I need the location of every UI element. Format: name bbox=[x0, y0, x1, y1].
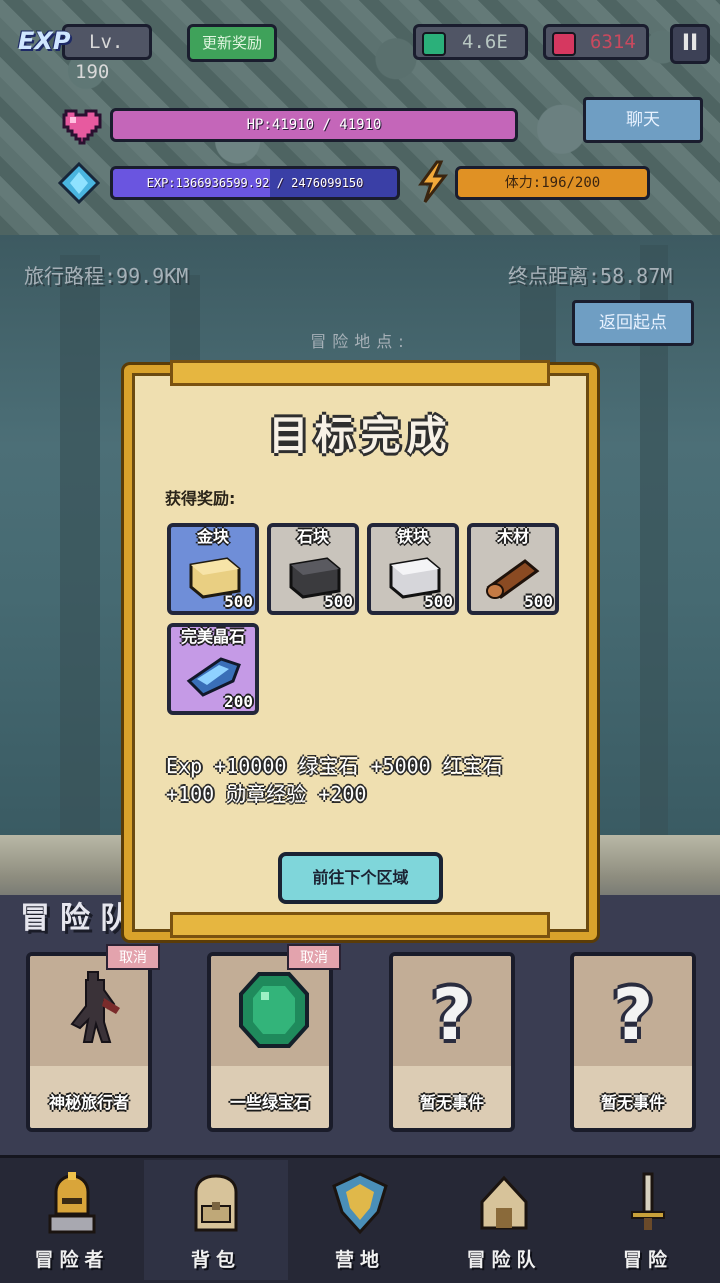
item-qty: 500 bbox=[224, 592, 253, 611]
nav-label: 冒险者 bbox=[34, 1249, 110, 1271]
rewards-heading: 获得奖励: bbox=[165, 489, 236, 508]
emerald-gem-icon bbox=[239, 972, 309, 1048]
event-card-traveler[interactable]: 神秘旅行者 bbox=[26, 952, 152, 1132]
event-label: 暂无事件 bbox=[419, 1093, 484, 1112]
end-distance: 终点距离:58.87M bbox=[508, 264, 673, 288]
ruby-counter: 6314 bbox=[543, 24, 649, 60]
update-reward-button[interactable]: 更新奖励 bbox=[187, 24, 277, 62]
item-name: 金块 bbox=[196, 527, 229, 546]
backpack-icon bbox=[194, 1174, 238, 1232]
exp-diamond-icon bbox=[58, 162, 100, 204]
item-name: 完美晶石 bbox=[180, 627, 245, 646]
nav-adventure[interactable]: 冒险 bbox=[576, 1160, 720, 1280]
chat-button[interactable]: 聊天 bbox=[583, 97, 703, 143]
cancel-button[interactable]: 取消 bbox=[287, 944, 341, 970]
pause-button[interactable]: II bbox=[670, 24, 710, 64]
item-qty: 500 bbox=[424, 592, 453, 611]
event-card-empty[interactable]: ? 暂无事件 bbox=[389, 952, 515, 1132]
reward-summary: Exp +10000 绿宝石 +5000 红宝石 +100 勋章经验 +200 bbox=[166, 754, 503, 806]
item-qty: 500 bbox=[324, 592, 353, 611]
knight-helmet-icon bbox=[48, 1172, 96, 1234]
heart-icon bbox=[62, 109, 102, 145]
nav-backpack[interactable]: 背包 bbox=[144, 1160, 288, 1280]
adventure-location-label: 冒险地点: bbox=[310, 332, 410, 351]
mysterious-traveler-icon bbox=[70, 971, 120, 1043]
reward-item-wood[interactable]: 木材 500 bbox=[467, 523, 559, 615]
reward-item-crystal[interactable]: 完美晶石 200 bbox=[167, 623, 259, 715]
sword-icon bbox=[631, 1172, 665, 1230]
event-label: 暂无事件 bbox=[600, 1093, 665, 1112]
nav-label: 营地 bbox=[334, 1249, 385, 1271]
nav-label: 冒险队 bbox=[466, 1249, 542, 1271]
exp-bar: EXP:1366936599.92 / 2476099150 bbox=[110, 166, 400, 200]
nav-camp[interactable]: 营地 bbox=[288, 1160, 432, 1280]
lightning-bolt-icon bbox=[418, 160, 449, 203]
guild-tent-icon bbox=[480, 1175, 528, 1230]
nav-label: 背包 bbox=[190, 1249, 241, 1271]
modal-top-trim bbox=[170, 360, 550, 386]
travel-distance: 旅行路程:99.9KM bbox=[24, 264, 189, 288]
event-card-emerald[interactable]: 一些绿宝石 bbox=[207, 952, 333, 1132]
reward-item-stone[interactable]: 石块 500 bbox=[267, 523, 359, 615]
item-qty: 500 bbox=[524, 592, 553, 611]
event-card-empty[interactable]: ? 暂无事件 bbox=[570, 952, 696, 1132]
item-name: 铁块 bbox=[396, 527, 429, 546]
question-mark-icon: ? bbox=[612, 974, 654, 1056]
emerald-icon bbox=[422, 32, 446, 56]
item-name: 石块 bbox=[296, 527, 329, 546]
cancel-button[interactable]: 取消 bbox=[106, 944, 160, 970]
exp-badge: EXP bbox=[18, 27, 71, 55]
item-name: 木材 bbox=[496, 527, 529, 546]
next-area-button[interactable]: 前往下个区域 bbox=[278, 852, 443, 904]
team-title: 冒险队 bbox=[20, 901, 140, 936]
ruby-icon bbox=[552, 32, 576, 56]
stamina-bar: 体力:196/200 bbox=[455, 166, 650, 200]
event-label: 一些绿宝石 bbox=[229, 1093, 310, 1112]
event-label: 神秘旅行者 bbox=[48, 1093, 129, 1112]
emerald-count: 4.6E bbox=[462, 31, 508, 53]
emerald-counter: 4.6E bbox=[413, 24, 528, 60]
stamina-text: 体力:196/200 bbox=[504, 175, 601, 191]
question-mark-icon: ? bbox=[431, 974, 473, 1056]
nav-team[interactable]: 冒险队 bbox=[432, 1160, 576, 1280]
ruby-count: 6314 bbox=[590, 31, 636, 53]
nav-label: 冒险 bbox=[622, 1249, 673, 1271]
exp-text: EXP:1366936599.92 / 2476099150 bbox=[146, 176, 364, 190]
reward-item-iron[interactable]: 铁块 500 bbox=[367, 523, 459, 615]
item-qty: 200 bbox=[224, 692, 253, 711]
hp-text: HP:41910 / 41910 bbox=[246, 117, 382, 133]
nav-adventurer[interactable]: 冒险者 bbox=[0, 1160, 144, 1280]
reward-item-gold[interactable]: 金块 500 bbox=[167, 523, 259, 615]
hp-bar: HP:41910 / 41910 bbox=[110, 108, 518, 142]
pause-icon: II bbox=[681, 31, 699, 56]
modal-bottom-trim bbox=[170, 912, 550, 938]
camp-banner-icon bbox=[332, 1172, 388, 1235]
modal-title: 目标完成 bbox=[268, 413, 453, 459]
